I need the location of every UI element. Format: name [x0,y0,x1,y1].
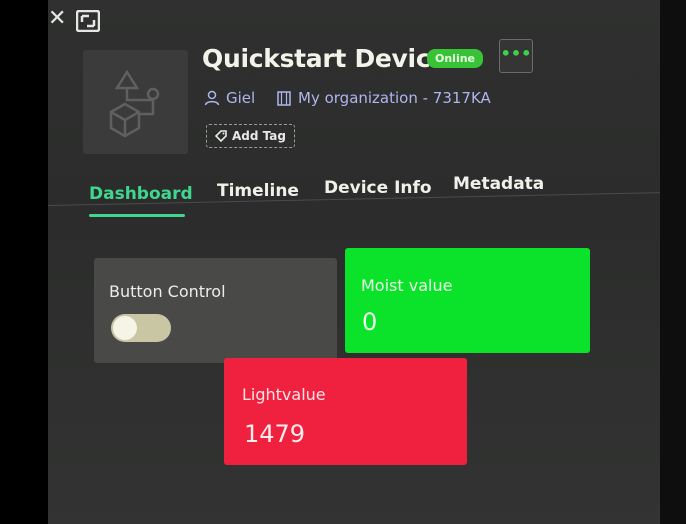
light-value-widget: Lightvalue 1479 [224,358,467,465]
button-control-widget: Button Control [94,258,337,363]
user-icon [204,90,220,106]
device-title: Quickstart Device [202,44,447,73]
add-tag-button[interactable]: Add Tag [206,124,295,148]
tab-metadata[interactable]: Metadata [453,174,544,194]
active-tab-indicator [89,214,185,217]
fullscreen-icon[interactable] [76,10,100,32]
building-icon [277,91,291,106]
more-options-button[interactable]: ••• [499,39,533,73]
widget-label: Lightvalue [242,385,326,404]
widget-label: Button Control [109,282,226,301]
tag-icon [214,130,227,143]
widget-label: Moist value [361,276,453,295]
light-value: 1479 [244,420,306,448]
device-image-placeholder [83,50,188,154]
moist-value: 0 [362,308,378,336]
tab-device-info[interactable]: Device Info [324,178,432,198]
status-badge: Online [427,49,484,68]
tab-dashboard[interactable]: Dashboard [89,184,193,204]
organization-name: My organization - 7317KA [298,89,491,107]
screen-bezel-left [0,0,48,524]
device-organization[interactable]: My organization - 7317KA [276,89,491,109]
device-screen: ✕ Quickstart Device Online ••• Giel My o… [48,0,660,524]
close-icon[interactable]: ✕ [48,8,66,30]
add-tag-label: Add Tag [232,129,286,143]
tab-timeline[interactable]: Timeline [217,181,299,201]
screen-bezel-right [658,0,686,524]
button-control-toggle[interactable] [111,314,171,342]
device-shapes-icon [109,69,160,138]
toggle-knob [113,316,137,340]
device-owner[interactable]: Giel [204,89,255,109]
owner-name: Giel [226,89,256,107]
moist-value-widget: Moist value 0 [345,248,590,353]
